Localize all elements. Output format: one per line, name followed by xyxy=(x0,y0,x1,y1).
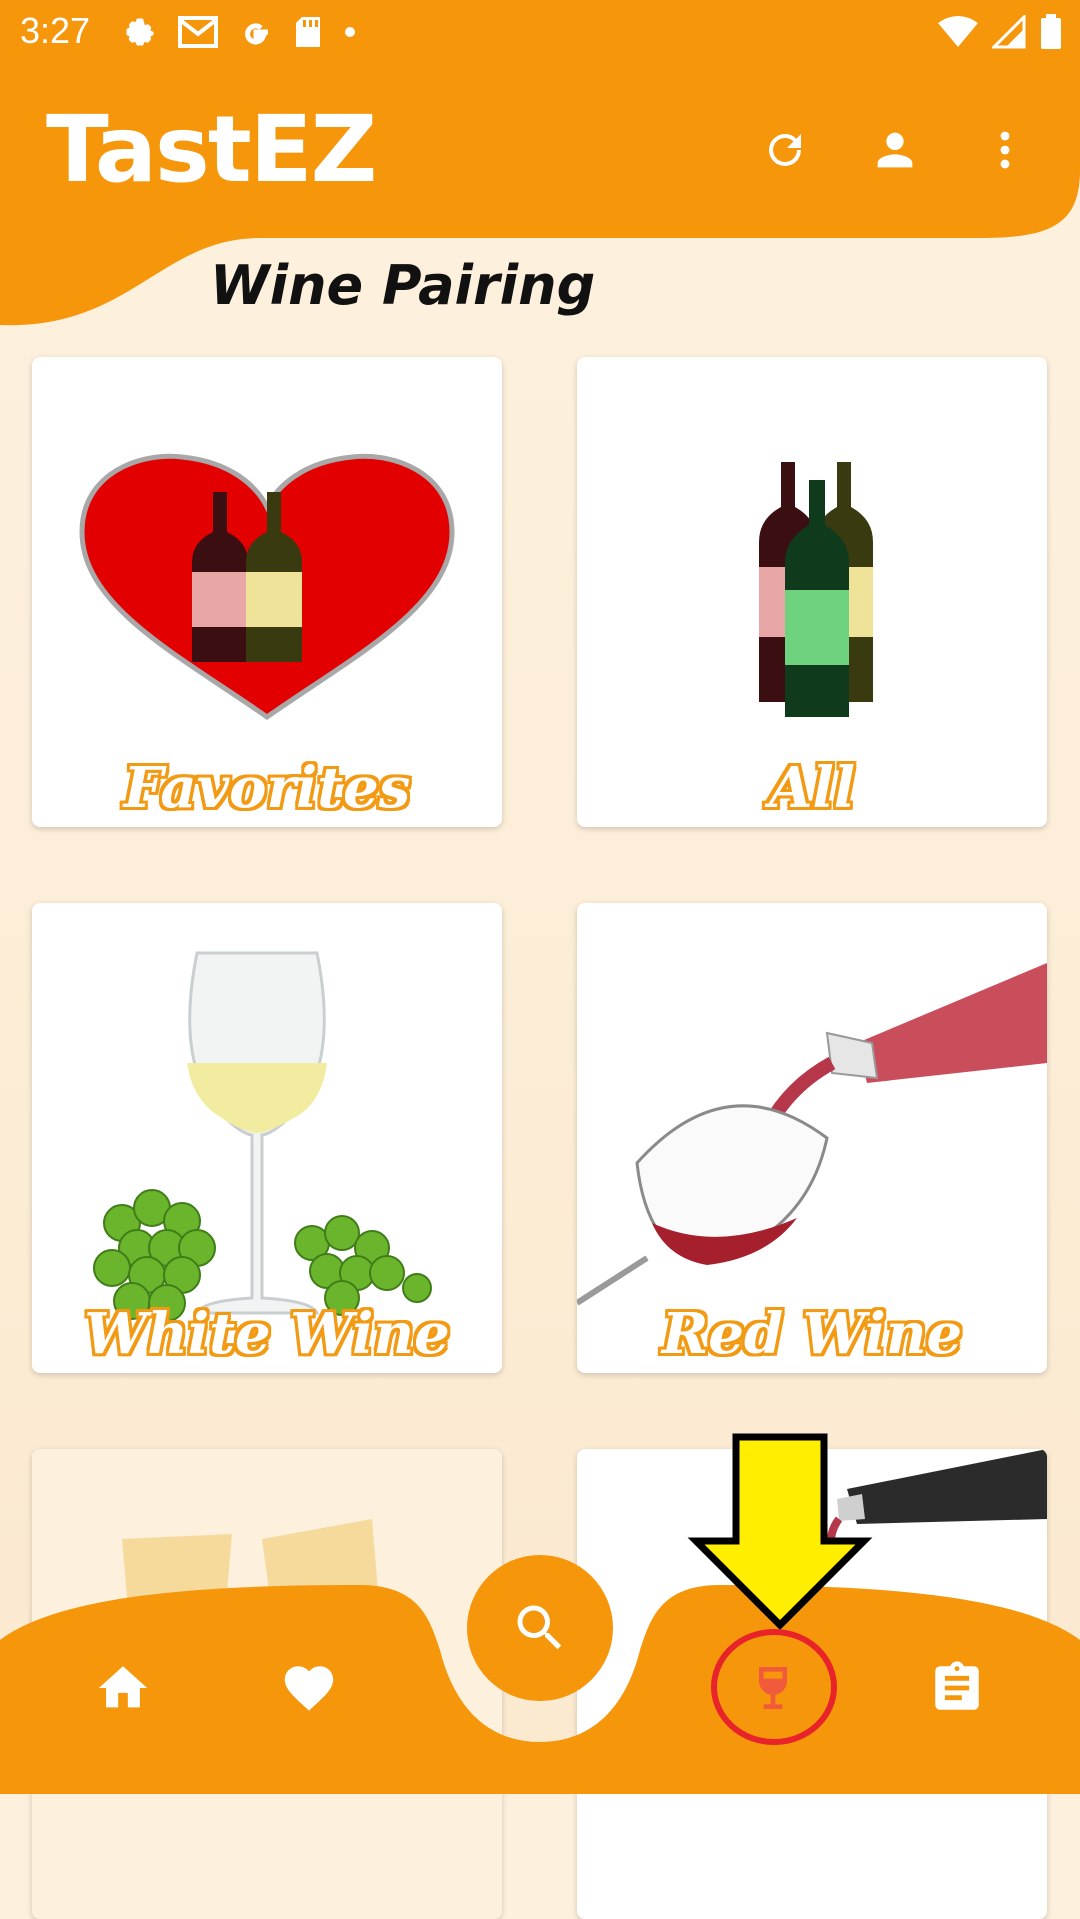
search-button[interactable] xyxy=(467,1555,613,1701)
card-label: All xyxy=(769,755,855,821)
settings-icon xyxy=(126,18,154,46)
search-icon xyxy=(517,1605,562,1650)
nav-favorites[interactable] xyxy=(264,1643,354,1733)
home-icon xyxy=(98,1666,148,1708)
clipboard-icon xyxy=(935,1661,979,1710)
card-white-wine[interactable]: White Wine xyxy=(32,903,502,1373)
more-vert-icon xyxy=(1000,131,1010,169)
card-label: White Wine xyxy=(84,1301,450,1367)
card-label: Red Wine xyxy=(661,1301,963,1367)
signal-icon xyxy=(992,15,1026,49)
highlight-circle xyxy=(711,1629,837,1745)
google-icon xyxy=(245,23,268,45)
status-time: 3:27 xyxy=(20,10,91,51)
refresh-icon xyxy=(769,134,801,166)
section-title: Wine Pairing xyxy=(210,254,596,317)
nav-home[interactable] xyxy=(78,1643,168,1733)
favorite-icon xyxy=(284,1666,334,1711)
sd-card-icon xyxy=(296,17,320,47)
card-favorites[interactable]: Favorites xyxy=(32,357,502,827)
nav-shopping-list[interactable] xyxy=(912,1643,1002,1733)
status-bar: 3:27 xyxy=(0,0,1080,63)
refresh-button[interactable] xyxy=(750,115,820,185)
card-all[interactable]: All xyxy=(577,357,1047,827)
battery-icon xyxy=(1041,14,1061,49)
card-label: Favorites xyxy=(123,755,411,821)
more-options-button[interactable] xyxy=(970,115,1040,185)
account-icon xyxy=(877,132,913,168)
gmail-icon xyxy=(178,16,218,48)
account-button[interactable] xyxy=(860,115,930,185)
wifi-icon xyxy=(938,16,978,47)
card-red-wine[interactable]: Red Wine xyxy=(577,903,1047,1373)
dot-icon xyxy=(345,27,355,37)
app-title: TastEZ xyxy=(46,96,377,203)
